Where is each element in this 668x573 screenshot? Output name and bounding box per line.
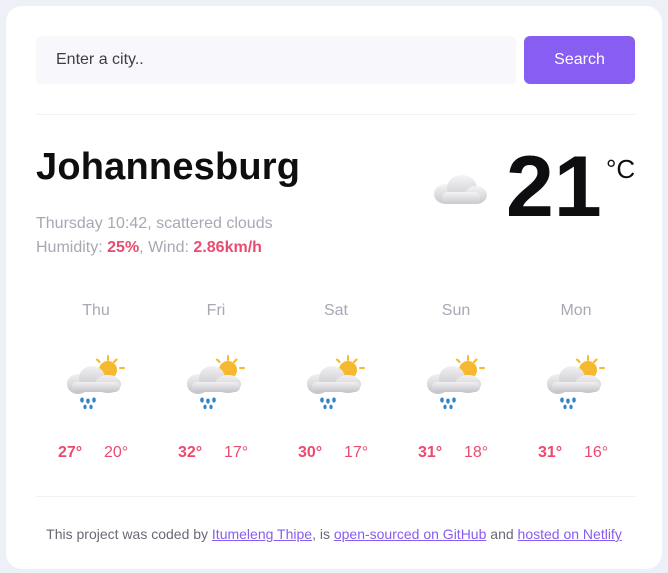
forecast-day-name: Mon [560,302,592,319]
search-form: Search [36,36,635,84]
wind-label: Wind: [148,239,189,256]
rain-sun-icon [546,355,605,411]
forecast-high: 27° [58,444,83,461]
date-description-line: Thursday 10:42, scattered clouds [36,215,273,232]
forecast-day: Sun 31° 18° [396,302,516,472]
footer-prefix: This project was coded by [46,526,209,542]
rain-sun-icon [66,355,125,411]
netlify-link[interactable]: hosted on Netlify [518,526,622,542]
forecast-high: 32° [178,444,203,461]
forecast-day-name: Fri [206,302,226,319]
forecast-day-name: Thu [82,302,110,319]
forecast-high: 31° [418,444,443,461]
forecast-low: 16° [584,444,609,461]
forecast-day: Fri 32° 17° [156,302,276,472]
forecast-day-name: Sat [323,302,348,319]
forecast-low: 18° [464,444,489,461]
forecast-low: 17° [344,444,369,461]
wind-value: 2.86km/h [193,239,262,256]
author-link[interactable]: Itumeleng Thipe [212,526,312,542]
rain-sun-icon [306,355,365,411]
current-temperature: 21 [506,139,602,235]
footer-middle: , is [312,526,330,542]
city-search-input[interactable] [36,36,516,84]
weather-description: scattered clouds [156,215,273,232]
forecast-day: Sat 30° 17° [276,302,396,472]
search-button[interactable]: Search [524,36,635,84]
footer: This project was coded by Itumeleng Thip… [6,526,662,542]
day-time: Thursday 10:42 [36,215,148,232]
temperature-unit: °C [606,154,636,184]
weather-card: Search Johannesburg Thursday 10:42, scat… [6,6,662,569]
rain-sun-icon [426,355,485,411]
city-name: Johannesburg [36,146,301,188]
current-details: Thursday 10:42, scattered clouds Humidit… [36,212,273,260]
github-link[interactable]: open-sourced on GitHub [334,526,487,542]
forecast-day: Mon 31° 16° [516,302,636,472]
forecast-low: 20° [104,444,129,461]
forecast-high: 30° [298,444,323,461]
footer-and: and [490,526,514,542]
forecast-day-name: Sun [441,302,471,319]
cloud-icon [434,175,487,204]
humidity-value: 25% [107,239,140,256]
forecast-high: 31° [538,444,563,461]
forecast: Thu 27° 20° Fri 32° 17° Sat 30° 17° Sun … [36,302,636,472]
humidity-wind-line: Humidity: 25%, Wind: 2.86km/h [36,239,262,256]
forecast-low: 17° [224,444,249,461]
bottom-divider [36,496,635,497]
forecast-day: Thu 27° 20° [36,302,156,472]
humidity-label: Humidity: [36,239,103,256]
top-divider [36,114,635,115]
rain-sun-icon [186,355,245,411]
